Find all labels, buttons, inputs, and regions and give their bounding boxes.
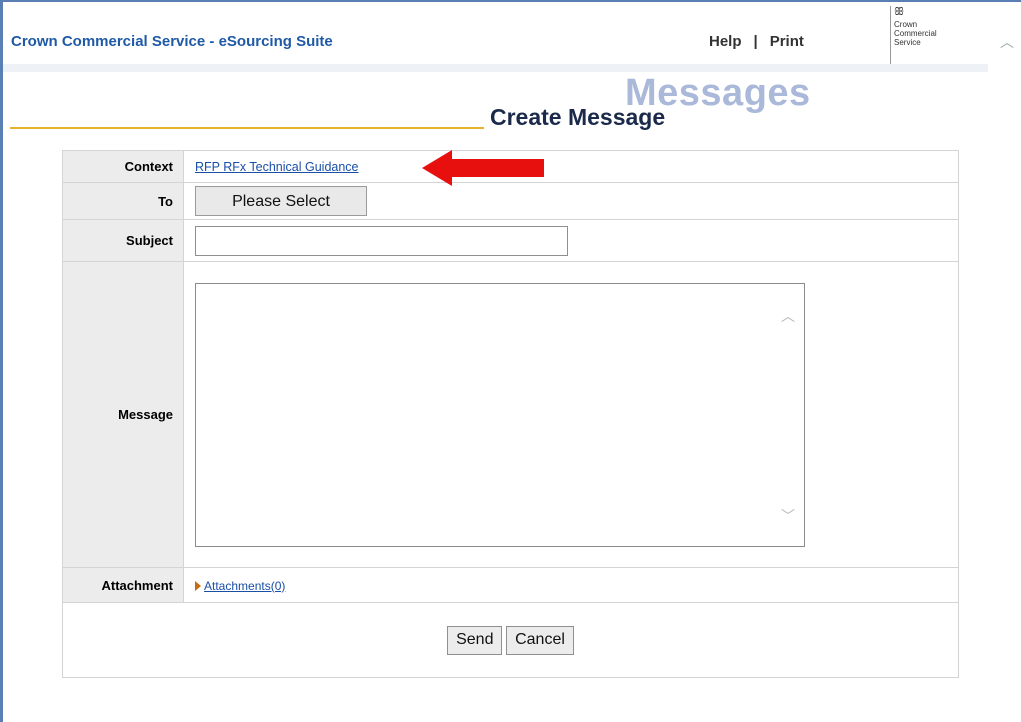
app-header: Crown Commercial Service - eSourcing Sui… (3, 2, 988, 68)
page-scrollbar[interactable]: ︿ (990, 2, 1021, 722)
crown-commercial-logo: ꕥ Crown Commercial Service (890, 6, 952, 64)
header-divider-strip (3, 64, 988, 72)
link-separator: | (753, 33, 758, 50)
subject-cell (183, 219, 959, 262)
to-cell: Please Select (183, 182, 959, 220)
context-cell: RFP RFx Technical Guidance (183, 150, 959, 183)
crest-icon: ꕥ (894, 6, 905, 18)
help-link[interactable]: Help (709, 33, 742, 50)
cancel-button[interactable]: Cancel (506, 625, 574, 655)
to-label: To (62, 182, 184, 220)
attachment-cell: Attachments(0) (183, 567, 959, 603)
page-title: Create Message (490, 104, 666, 130)
message-cell: ︿ ﹀ (183, 261, 959, 568)
arrow-shape (422, 150, 544, 186)
subject-row: Subject (62, 219, 959, 262)
message-textarea[interactable] (196, 283, 776, 546)
red-pointer-arrow-icon (422, 150, 544, 186)
subject-label: Subject (62, 219, 184, 262)
print-link[interactable]: Print (770, 33, 804, 50)
expand-triangle-icon[interactable] (195, 580, 201, 591)
attachment-label: Attachment (62, 567, 184, 603)
recipient-select-button[interactable]: Please Select (195, 186, 367, 216)
attachments-link[interactable]: Attachments(0) (204, 579, 285, 593)
app-title: Crown Commercial Service - eSourcing Sui… (11, 33, 333, 50)
actions-row: Send Cancel (62, 602, 959, 678)
scroll-up-icon[interactable]: ︿ (781, 306, 795, 326)
logo-line-2: Commercial (894, 29, 937, 38)
context-link[interactable]: RFP RFx Technical Guidance (195, 160, 359, 174)
actions-cell: Send Cancel (62, 602, 959, 678)
scroll-down-icon[interactable]: ﹀ (781, 506, 795, 526)
message-box: ︿ ﹀ (195, 282, 805, 547)
message-label: Message (62, 261, 184, 568)
logo-line-3: Service (894, 38, 921, 47)
context-label: Context (62, 150, 184, 183)
logo-line-1: Crown (894, 20, 918, 29)
title-underline (10, 127, 484, 129)
attachment-row: Attachment Attachments(0) (62, 567, 959, 603)
create-message-form: Context RFP RFx Technical Guidance To Pl… (62, 150, 959, 678)
top-links: Help | Print (709, 33, 804, 50)
send-button[interactable]: Send (447, 625, 503, 655)
message-row: Message ︿ ﹀ (62, 261, 959, 568)
window-frame-left (0, 0, 3, 722)
to-row: To Please Select (62, 182, 959, 220)
subject-input[interactable] (195, 225, 568, 256)
scroll-up-icon[interactable]: ︿ (1000, 32, 1014, 52)
